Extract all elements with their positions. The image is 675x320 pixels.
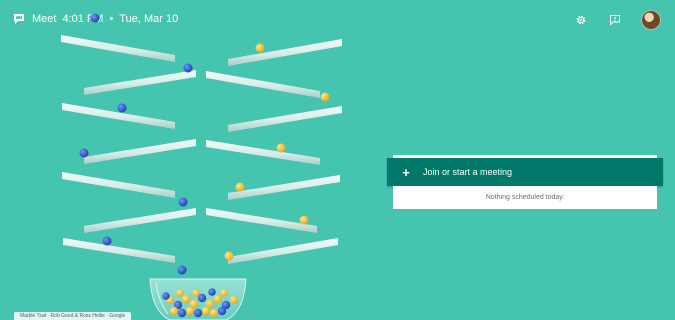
schedule-status-text: Nothing scheduled today. — [485, 194, 565, 201]
top-right-controls — [573, 10, 661, 30]
rail — [228, 106, 342, 132]
join-meeting-button[interactable]: + Join or start a meeting — [387, 158, 663, 186]
marble-bowl — [149, 278, 247, 320]
rail — [206, 140, 320, 165]
marble — [320, 92, 330, 102]
schedule-card: Nothing scheduled today. — [393, 186, 657, 209]
marble — [178, 197, 188, 207]
gear-icon[interactable] — [573, 12, 589, 28]
marble — [102, 236, 112, 246]
photo-credit[interactable]: Marble Trail · Rob Good & Ross Hollie · … — [14, 312, 132, 320]
rail — [228, 238, 338, 264]
marble — [255, 43, 265, 53]
rail — [228, 175, 340, 200]
marble — [79, 148, 89, 158]
rail — [84, 70, 196, 95]
marble — [90, 13, 100, 23]
marble — [177, 265, 187, 275]
rail — [84, 139, 196, 164]
rail — [84, 208, 196, 233]
marble — [235, 182, 245, 192]
plus-icon: + — [402, 164, 410, 180]
join-meeting-label: Join or start a meeting — [423, 167, 513, 177]
marble — [224, 251, 234, 261]
rail — [61, 35, 175, 62]
rail — [228, 39, 342, 66]
rail — [62, 172, 175, 198]
rail — [206, 71, 320, 98]
marble — [276, 143, 286, 153]
marble — [299, 215, 309, 225]
marble — [117, 103, 127, 113]
left-rails — [61, 35, 196, 263]
rail — [63, 238, 175, 263]
right-rails — [206, 39, 342, 264]
photo-credit-text: Marble Trail · Rob Good & Ross Hollie · … — [20, 313, 126, 319]
marble-run-illustration — [61, 13, 342, 320]
avatar[interactable] — [641, 10, 661, 30]
marble — [183, 63, 193, 73]
feedback-icon[interactable] — [607, 12, 623, 28]
